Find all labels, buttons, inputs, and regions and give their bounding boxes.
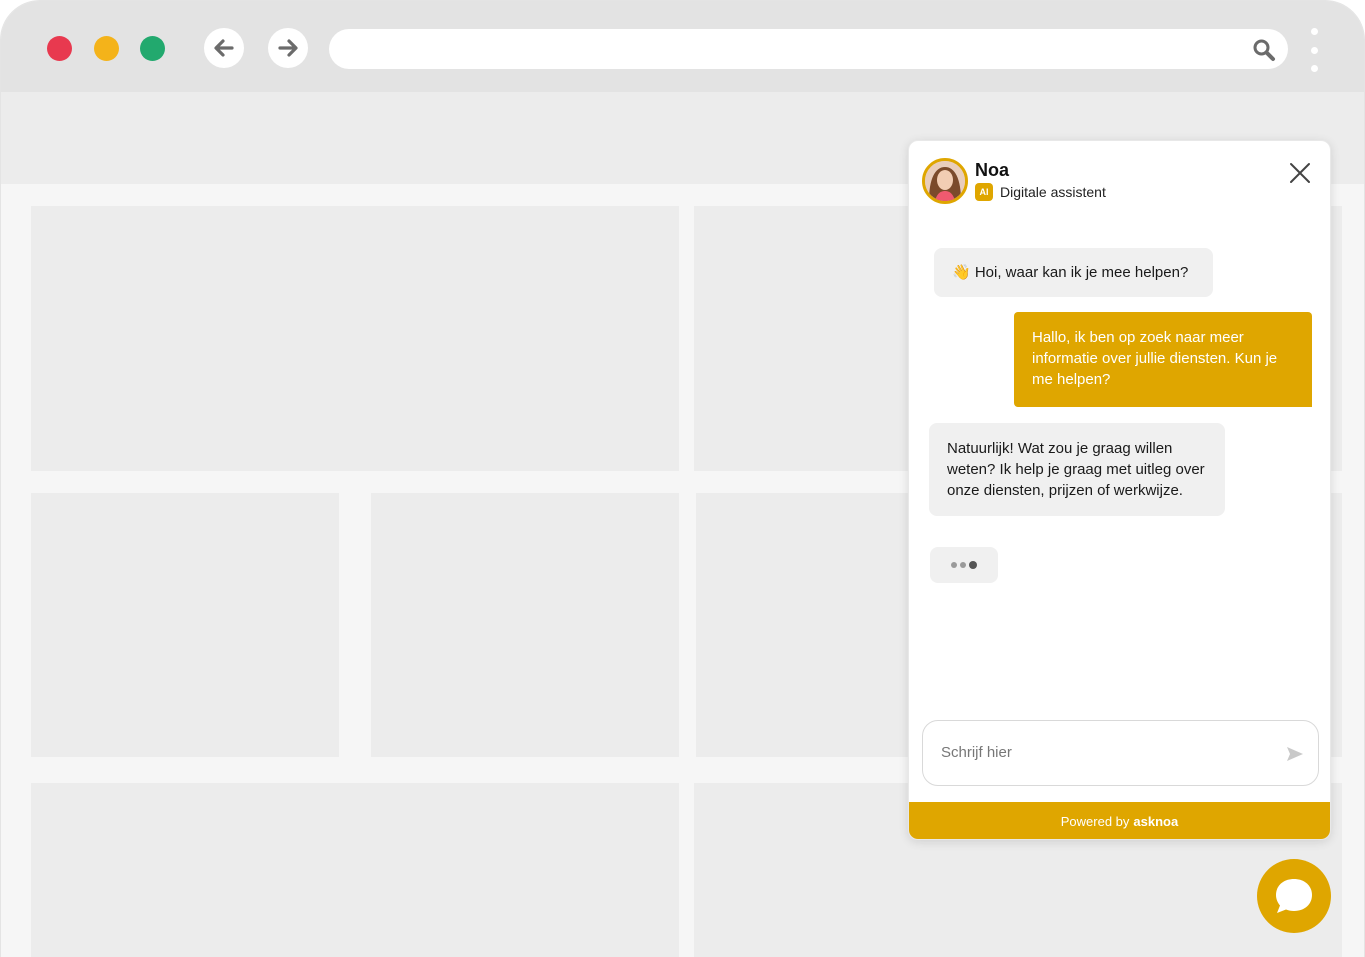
- bot-message: Natuurlijk! Wat zou je graag willen wete…: [929, 423, 1225, 516]
- kebab-menu-icon[interactable]: [1307, 28, 1321, 72]
- powered-by-footer[interactable]: Powered by asknoa: [909, 802, 1330, 839]
- search-icon[interactable]: [1252, 38, 1276, 62]
- close-icon[interactable]: [1289, 162, 1311, 184]
- content-placeholder: [31, 206, 679, 471]
- forward-button[interactable]: [268, 28, 308, 68]
- address-bar[interactable]: [329, 29, 1288, 69]
- maximize-window-button[interactable]: [140, 36, 165, 61]
- message-composer[interactable]: [922, 720, 1319, 786]
- ai-badge: AI: [975, 183, 993, 201]
- arrow-left-icon: [214, 39, 234, 57]
- arrow-right-icon: [278, 39, 298, 57]
- typing-indicator: [930, 547, 998, 583]
- footer-brand[interactable]: asknoa: [1133, 814, 1178, 829]
- agent-role: Digitale assistent: [1000, 184, 1106, 200]
- agent-name: Noa: [975, 160, 1010, 180]
- browser-toolbar: [1, 1, 1364, 92]
- content-placeholder: [31, 783, 679, 957]
- message-input[interactable]: [941, 741, 1271, 763]
- close-window-button[interactable]: [47, 36, 72, 61]
- footer-prefix: Powered by: [1060, 814, 1130, 829]
- bot-message: 👋 Hoi, waar kan ik je mee helpen?: [934, 248, 1213, 297]
- chat-launcher-button[interactable]: [1257, 859, 1331, 933]
- send-icon[interactable]: [1286, 746, 1304, 762]
- chat-bubble-icon: [1276, 879, 1312, 913]
- content-placeholder: [31, 493, 339, 757]
- user-message: Hallo, ik ben op zoek naar meer informat…: [1014, 312, 1312, 407]
- agent-avatar: [922, 158, 968, 204]
- minimize-window-button[interactable]: [94, 36, 119, 61]
- content-placeholder: [371, 493, 679, 757]
- chat-widget: Noa AI Digitale assistent 👋 Hoi, waar ka…: [908, 140, 1331, 840]
- back-button[interactable]: [204, 28, 244, 68]
